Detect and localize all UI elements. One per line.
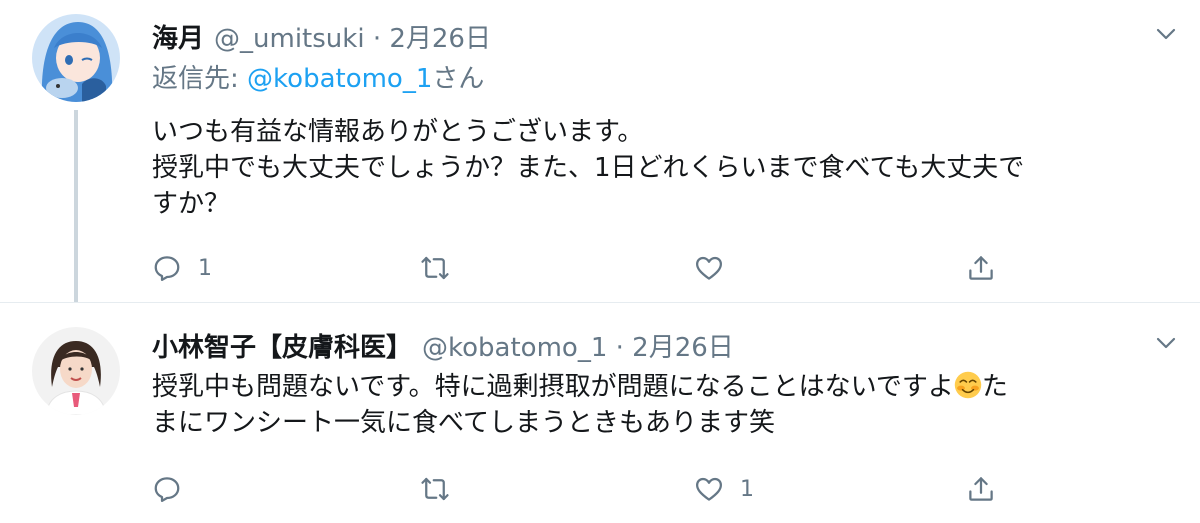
reply-icon bbox=[154, 477, 180, 502]
display-name[interactable]: 海月 bbox=[152, 24, 204, 54]
like-button[interactable] bbox=[694, 248, 740, 288]
retweet-button[interactable] bbox=[420, 469, 466, 509]
tweet-actions: 1 bbox=[152, 248, 1152, 288]
tweet-text-line: 授乳中でも大丈夫でしょうか？また、1日どれくらいまで食べても大丈夫で bbox=[152, 153, 1025, 183]
reply-to-suffix: さん bbox=[432, 64, 485, 94]
like-button[interactable]: 1 bbox=[694, 469, 754, 509]
display-name[interactable]: 小林智子【皮膚科医】 bbox=[152, 333, 412, 363]
like-count: 1 bbox=[740, 476, 754, 502]
tweet-text-segment: た bbox=[981, 372, 1008, 402]
user-handle[interactable]: @_umitsuki bbox=[214, 24, 365, 54]
avatar[interactable] bbox=[32, 14, 120, 102]
separator-dot: · bbox=[372, 24, 382, 54]
retweet-icon bbox=[421, 256, 449, 280]
user-handle[interactable]: @kobatomo_1 bbox=[422, 333, 607, 363]
share-button[interactable] bbox=[966, 469, 996, 509]
reply-icon bbox=[154, 256, 180, 281]
share-icon bbox=[969, 256, 993, 280]
reply-button[interactable] bbox=[152, 469, 198, 509]
tweet-text: 授乳中も問題ないです。特に過剰摂取が問題になることはないですよた まにワンシート… bbox=[152, 369, 1160, 441]
share-icon bbox=[969, 477, 993, 501]
smiling-face-icon bbox=[954, 371, 982, 399]
tweet-text-line: まにワンシート一気に食べてしまうときもあります笑 bbox=[152, 408, 775, 438]
reply-count: 1 bbox=[198, 255, 212, 281]
separator-dot: · bbox=[615, 333, 624, 363]
share-button[interactable] bbox=[966, 248, 996, 288]
retweet-button[interactable] bbox=[420, 248, 466, 288]
tweet-header: 小林智子【皮膚科医】 @kobatomo_1 · 2月26日 bbox=[152, 331, 734, 365]
chevron-down-icon[interactable] bbox=[1154, 331, 1178, 355]
reply-button[interactable]: 1 bbox=[152, 248, 212, 288]
tweet-text-line: いつも有益な情報ありがとうございます。 bbox=[152, 117, 644, 147]
tweet-date[interactable]: 2月26日 bbox=[389, 24, 491, 54]
tweet-text-line: すか？ bbox=[152, 189, 231, 219]
heart-icon bbox=[696, 256, 722, 280]
tweet-header: 海月 @_umitsuki · 2月26日 bbox=[152, 22, 491, 56]
heart-icon bbox=[696, 477, 722, 501]
tweet-text-segment: 授乳中も問題ないです。特に過剰摂取が問題になることはないですよ bbox=[152, 372, 954, 402]
tweet-umitsuki[interactable]: 海月 @_umitsuki · 2月26日 返信先: @kobatomo_1さん … bbox=[0, 0, 1200, 302]
thread-connector bbox=[74, 110, 78, 302]
reply-to-line: 返信先: @kobatomo_1さん bbox=[152, 62, 484, 96]
chevron-down-icon[interactable] bbox=[1154, 22, 1178, 46]
tweet-text: いつも有益な情報ありがとうございます。 授乳中でも大丈夫でしょうか？また、1日ど… bbox=[152, 114, 1160, 222]
reply-to-handle-link[interactable]: @kobatomo_1 bbox=[247, 64, 432, 94]
tweet-date[interactable]: 2月26日 bbox=[632, 333, 734, 363]
reply-to-label: 返信先: bbox=[152, 64, 239, 94]
avatar[interactable] bbox=[32, 327, 120, 415]
tweet-kobatomo[interactable]: 小林智子【皮膚科医】 @kobatomo_1 · 2月26日 授乳中も問題ないです… bbox=[0, 302, 1200, 523]
tweet-actions: 1 bbox=[152, 469, 1152, 509]
retweet-icon bbox=[421, 477, 449, 501]
tweet-text-line: 授乳中も問題ないです。特に過剰摂取が問題になることはないですよた bbox=[152, 369, 1160, 405]
